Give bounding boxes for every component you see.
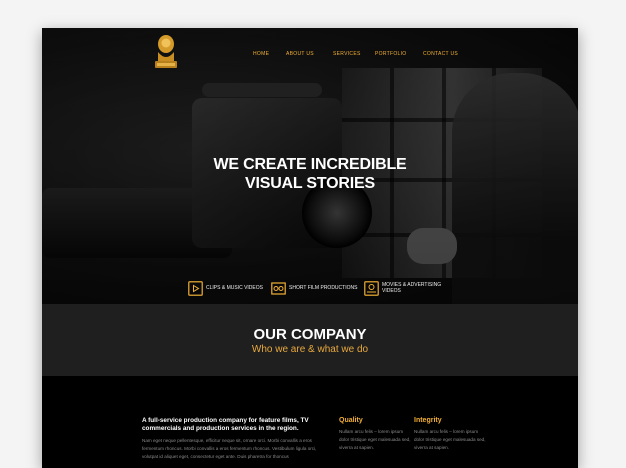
- nav-portfolio[interactable]: PORTFOLIO: [375, 51, 407, 57]
- intro-title: A full-service production company for fe…: [142, 417, 309, 432]
- our-company-section: OUR COMPANY Who we are & what we do: [42, 304, 578, 376]
- film-icon: [271, 282, 286, 295]
- main-nav: HOME ABOUT US SERVICES PORTFOLIO CONTACT…: [42, 51, 578, 61]
- nav-services[interactable]: SERVICES: [333, 51, 361, 57]
- nav-home[interactable]: HOME: [253, 51, 269, 57]
- feature-item-short-film[interactable]: SHORT FILM PRODUCTIONS: [271, 281, 357, 296]
- hero-headline-line1: WE CREATE INCREDIBLE: [213, 156, 407, 173]
- nav-about-us[interactable]: ABOUT US: [286, 51, 314, 57]
- intro-text: Nam eget neque pellentesque, efficitur n…: [142, 438, 317, 459]
- feature-item-movies[interactable]: MOVIES & ADVERTISING VIDEOS: [364, 281, 452, 296]
- play-video-icon: [188, 281, 203, 296]
- page-frame: HOME ABOUT US SERVICES PORTFOLIO CONTACT…: [42, 28, 578, 468]
- section-title: OUR COMPANY: [253, 326, 367, 343]
- hero-section: HOME ABOUT US SERVICES PORTFOLIO CONTACT…: [42, 28, 578, 304]
- feature-item-clips[interactable]: CLIPS & MUSIC VIDEOS: [188, 281, 263, 296]
- hero-headline: WE CREATE INCREDIBLE VISUAL STORIES: [42, 155, 578, 193]
- feature-list: CLIPS & MUSIC VIDEOS SHORT FILM PRODUCTI…: [42, 281, 578, 299]
- section-subtitle: Who we are & what we do: [251, 344, 369, 355]
- quality-title: Quality: [339, 417, 363, 424]
- quality-text: Nullam arcu felis – lorem ipsum dolor tr…: [339, 429, 411, 450]
- feature-label: CLIPS & MUSIC VIDEOS: [206, 284, 263, 291]
- feature-label: MOVIES & ADVERTISING VIDEOS: [382, 282, 442, 294]
- cinema-icon: [364, 281, 379, 296]
- integrity-title: Integrity: [414, 417, 442, 424]
- feature-label: SHORT FILM PRODUCTIONS: [289, 284, 358, 291]
- hero-headline-line2: VISUAL STORIES: [245, 175, 375, 192]
- integrity-text: Nullam arcu felis – lorem ipsum dolor tr…: [414, 429, 486, 450]
- nav-contact-us[interactable]: CONTACT US: [423, 51, 458, 57]
